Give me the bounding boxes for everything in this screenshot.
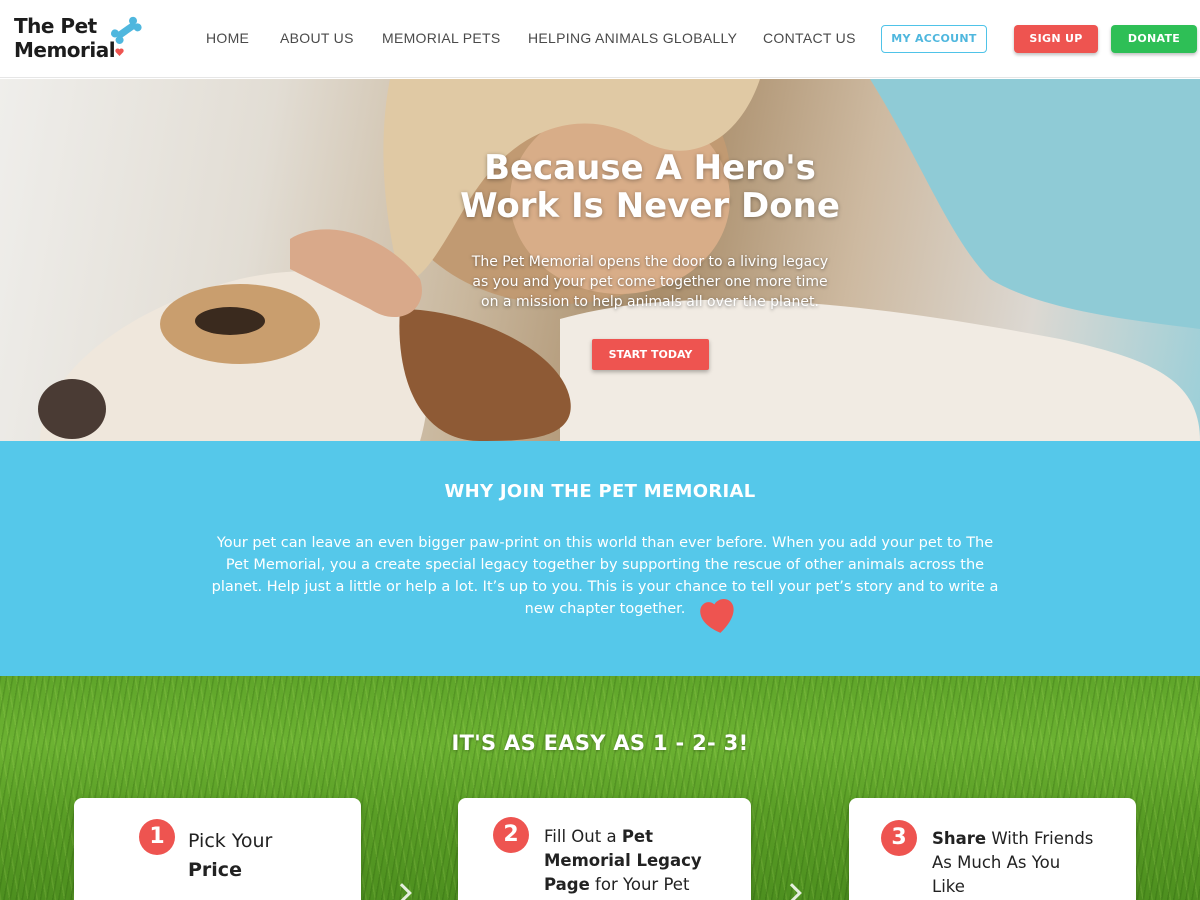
step-text-line: Like bbox=[932, 877, 965, 896]
why-join-text: Your pet can leave an even bigger paw-pr… bbox=[200, 532, 1010, 620]
why-join-line: Your pet can leave an even bigger paw-pr… bbox=[216, 535, 994, 551]
step-text-part: Fill Out a bbox=[544, 827, 617, 846]
bone-icon bbox=[110, 16, 142, 44]
why-join-line: Pet Memorial, you a create special legac… bbox=[225, 557, 985, 573]
step-text-bold: Pet bbox=[621, 827, 653, 846]
site-logo[interactable]: The Pet Memorial bbox=[14, 14, 154, 66]
heart-icon bbox=[700, 598, 734, 633]
slider-dots bbox=[600, 431, 618, 441]
step-text-2: Fill Out a Pet Memorial Legacy Page for … bbox=[544, 825, 702, 897]
why-join-line: new chapter together. bbox=[524, 601, 686, 617]
step-text-line: As Much As You bbox=[932, 853, 1061, 872]
step-text-bold: Memorial Legacy bbox=[544, 851, 702, 870]
nav-contact-us[interactable]: CONTACT US bbox=[763, 30, 856, 46]
step-text-bold: Page bbox=[544, 875, 590, 894]
step-text-part: With Friends bbox=[991, 829, 1094, 848]
step-card-1: 1 Pick Your Price bbox=[74, 798, 361, 900]
steps-title: IT'S AS EASY AS 1 - 2- 3! bbox=[451, 731, 749, 755]
step-card-3: 3 Share With Friends As Much As You Like bbox=[849, 798, 1136, 900]
hero-title: Because A Hero's Work Is Never Done bbox=[400, 149, 900, 225]
hero-title-line-1: Because A Hero's bbox=[484, 148, 816, 188]
hero-title-line-2: Work Is Never Done bbox=[460, 186, 840, 226]
step-text-line: Price bbox=[188, 859, 242, 881]
hero-subtitle-line-3: on a mission to help animals all over th… bbox=[481, 294, 819, 310]
why-join-title: WHY JOIN THE PET MEMORIAL bbox=[444, 481, 756, 502]
sign-up-button[interactable]: SIGN UP bbox=[1014, 25, 1098, 53]
step-text-part: for Your Pet bbox=[595, 875, 690, 894]
step-text-1: Pick Your Price bbox=[188, 827, 272, 885]
steps-section: IT'S AS EASY AS 1 - 2- 3! 1 Pick Your Pr… bbox=[0, 676, 1200, 900]
step-number-3: 3 bbox=[881, 820, 917, 856]
hero-subtitle-line-1: The Pet Memorial opens the door to a liv… bbox=[471, 254, 829, 270]
why-join-line: planet. Help just a little or help a lot… bbox=[211, 579, 999, 595]
hero-banner: Because A Hero's Work Is Never Done The … bbox=[0, 79, 1200, 441]
hero-subtitle-line-2: as you and your pet come together one mo… bbox=[472, 274, 828, 290]
site-header: The Pet Memorial HOME ABOUT US MEMORIAL … bbox=[0, 0, 1200, 78]
hero-subtitle: The Pet Memorial opens the door to a liv… bbox=[440, 252, 860, 312]
nav-memorial-pets[interactable]: MEMORIAL PETS bbox=[382, 30, 501, 46]
nav-helping-animals[interactable]: HELPING ANIMALS GLOBALLY bbox=[528, 30, 737, 46]
my-account-button[interactable]: MY ACCOUNT bbox=[881, 25, 987, 53]
why-join-section: WHY JOIN THE PET MEMORIAL Your pet can l… bbox=[0, 441, 1200, 676]
step-card-2: 2 Fill Out a Pet Memorial Legacy Page fo… bbox=[458, 798, 751, 900]
step-text-3: Share With Friends As Much As You Like bbox=[932, 827, 1093, 899]
step-number-2: 2 bbox=[493, 817, 529, 853]
step-text-bold: Share bbox=[932, 829, 987, 848]
heart-icon bbox=[115, 48, 124, 56]
start-today-button[interactable]: START TODAY bbox=[592, 339, 709, 370]
donate-button[interactable]: DONATE bbox=[1111, 25, 1197, 53]
nav-about-us[interactable]: ABOUT US bbox=[280, 30, 354, 46]
step-text-line: Pick Your bbox=[188, 830, 273, 852]
nav-home[interactable]: HOME bbox=[206, 30, 249, 46]
step-number-1: 1 bbox=[139, 819, 175, 855]
